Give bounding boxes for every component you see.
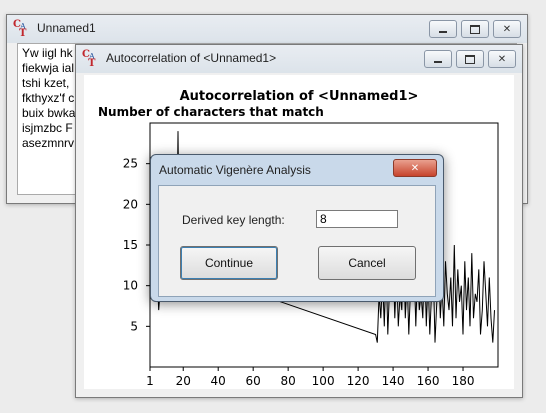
y-tick-label: 15 [123,238,138,252]
vigenere-analysis-dialog: Automatic Vigenère Analysis ✕ Derived ke… [150,154,444,302]
cryptool-app-icon: CAT [82,49,96,69]
continue-button[interactable]: Continue [180,246,278,280]
autocorrelation-title: Autocorrelation of <Unnamed1> [106,51,277,65]
minimize-button[interactable] [429,20,457,38]
key-length-label: Derived key length: [182,213,285,227]
y-tick-label: 5 [130,319,138,333]
dialog-body: Derived key length: 8 Continue Cancel [158,185,436,297]
x-tick-label: 20 [176,374,191,388]
dialog-title: Automatic Vigenère Analysis [159,163,311,177]
close-button[interactable]: ✕ [493,20,521,38]
maximize-icon [470,24,480,34]
y-tick-label: 20 [123,197,138,211]
autocorrelation-titlebar[interactable]: CAT Autocorrelation of <Unnamed1> ✕ [76,45,522,73]
x-tick-label: 180 [452,374,475,388]
dialog-titlebar[interactable]: Automatic Vigenère Analysis ✕ [151,155,443,185]
y-tick-label: 10 [123,279,138,293]
x-tick-label: 80 [281,374,296,388]
x-tick-label: 120 [347,374,370,388]
x-tick-label: 60 [246,374,261,388]
close-icon: ✕ [410,162,420,174]
document-window-controls: ✕ [429,20,521,38]
x-tick-label: 140 [382,374,405,388]
close-button[interactable]: ✕ [488,50,516,68]
cryptool-app-icon: CAT [13,19,27,39]
minimize-icon [439,30,447,33]
autocorrelation-window-controls: ✕ [424,50,516,68]
x-tick-label: 100 [312,374,335,388]
cancel-button[interactable]: Cancel [318,246,416,280]
maximize-button[interactable] [461,20,489,38]
x-tick-label: 40 [211,374,226,388]
minimize-icon [434,60,442,63]
close-icon: ✕ [502,23,512,35]
document-titlebar[interactable]: CAT Unnamed1 ✕ [7,15,527,43]
y-tick-label: 25 [123,157,138,171]
key-length-input[interactable]: 8 [316,210,398,228]
dialog-window-controls: ✕ [393,159,437,177]
x-tick-label: 160 [417,374,440,388]
minimize-button[interactable] [424,50,452,68]
dialog-close-button[interactable]: ✕ [393,159,437,177]
x-tick-label: 1 [146,374,154,388]
maximize-icon [465,54,475,64]
document-title: Unnamed1 [37,21,96,35]
close-icon: ✕ [497,53,507,65]
maximize-button[interactable] [456,50,484,68]
